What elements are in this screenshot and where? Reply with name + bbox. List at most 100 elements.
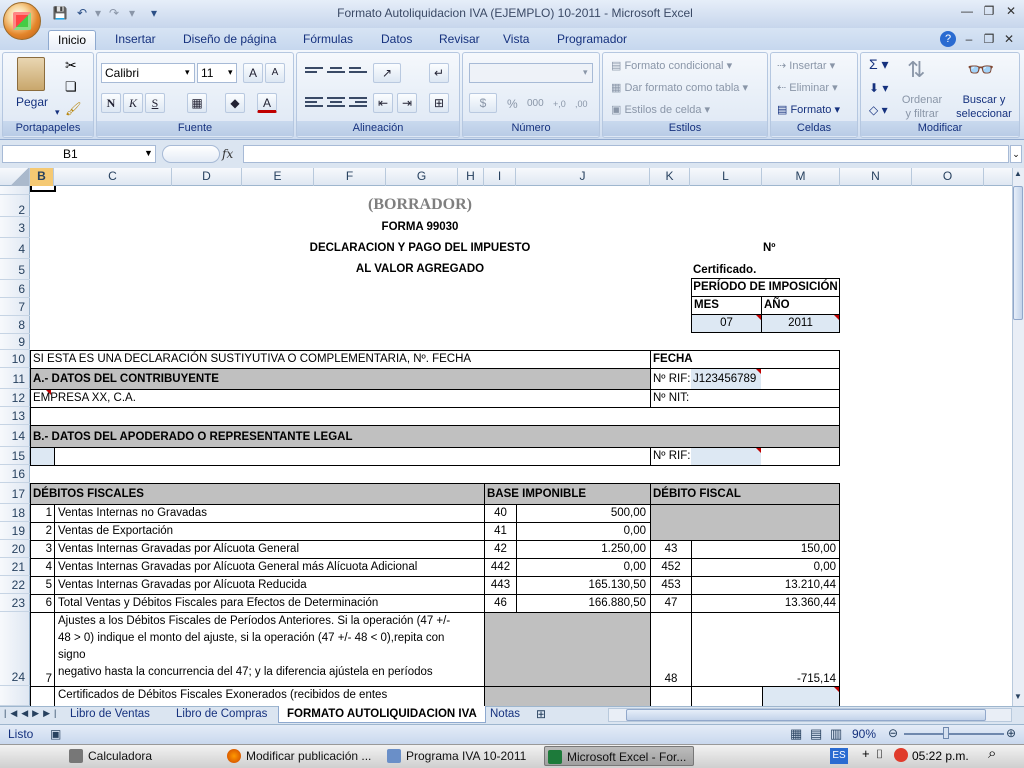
number-format-box[interactable] — [469, 63, 593, 83]
row-header[interactable]: 3 — [0, 217, 30, 238]
task-excel[interactable]: Microsoft Excel - For... — [544, 746, 694, 766]
row-header[interactable]: 10 — [0, 350, 30, 368]
row-header[interactable]: 23 — [0, 594, 30, 612]
wb-minimize-icon[interactable]: – — [960, 31, 978, 47]
font-size-dropdown-icon[interactable]: ▾ — [228, 67, 233, 78]
sheet-tab-formato-iva[interactable]: FORMATO AUTOLIQUIDACION IVA — [278, 706, 486, 723]
zoom-out-icon[interactable]: ⊖ — [888, 726, 898, 740]
task-calculadora[interactable]: Calculadora — [66, 746, 214, 766]
col-header-m[interactable]: M — [762, 168, 840, 186]
fill-color-icon[interactable]: ◆ — [225, 93, 245, 113]
insert-sheet-icon[interactable]: ⊞ — [536, 707, 546, 721]
italic-button[interactable]: K — [123, 93, 143, 113]
select-all-corner[interactable] — [0, 168, 30, 186]
col-header-l[interactable]: L — [690, 168, 762, 186]
representante-name[interactable] — [54, 447, 651, 466]
align-center-icon[interactable] — [327, 95, 345, 109]
find-select-line1[interactable]: Buscar y — [951, 93, 1017, 107]
col-header-c[interactable]: C — [54, 168, 172, 186]
font-color-icon[interactable]: A — [257, 93, 277, 113]
row-header[interactable]: 18 — [0, 504, 30, 522]
zoom-slider-track[interactable] — [904, 733, 1004, 735]
underline-button[interactable]: S — [145, 93, 165, 113]
tab-vista[interactable]: Vista — [494, 30, 538, 50]
col-header-e[interactable]: E — [242, 168, 314, 186]
mes-value[interactable]: 07 — [691, 314, 762, 333]
tab-diseno-pagina[interactable]: Diseño de página — [174, 30, 285, 50]
expand-formula-icon[interactable]: ⌄ — [1010, 145, 1022, 163]
cell-styles-button[interactable]: ▣ Estilos de celda ▾ — [611, 103, 710, 117]
paste-dropdown-icon[interactable]: ▾ — [55, 107, 65, 118]
wb-restore-icon[interactable]: ❐ — [980, 31, 998, 47]
comma-style-button[interactable]: 000 — [527, 97, 544, 111]
rif-value[interactable]: J123456789 — [691, 369, 761, 389]
name-box-dropdown-icon[interactable]: ▼ — [144, 148, 153, 158]
col-header-n[interactable]: N — [840, 168, 912, 186]
tab-revisar[interactable]: Revisar — [430, 30, 489, 50]
row-header[interactable]: 8 — [0, 316, 30, 334]
col-header-j[interactable]: J — [516, 168, 650, 186]
bold-button[interactable]: N — [101, 93, 121, 113]
wrap-text-icon[interactable]: ↵ — [429, 63, 449, 83]
line-base[interactable]: 165.130,50 — [516, 576, 651, 595]
worksheet-grid[interactable]: (BORRADOR) FORMA 99030 DECLARACION Y PAG… — [30, 186, 1012, 706]
insert-cells-button[interactable]: ⇢ Insertar ▾ — [777, 59, 835, 73]
formula-input[interactable] — [243, 145, 1009, 163]
language-indicator[interactable]: ES — [830, 748, 848, 764]
redo-icon[interactable]: ↷ — [106, 5, 122, 21]
number-format-dropdown-icon[interactable]: ▾ — [583, 67, 588, 78]
tab-datos[interactable]: Datos — [372, 30, 421, 50]
row-header[interactable]: 20 — [0, 540, 30, 558]
anio-value[interactable]: 2011 — [761, 314, 840, 333]
ajuste-value[interactable]: -715,14 — [691, 612, 840, 687]
search-icon[interactable]: ⌕ — [988, 745, 996, 762]
row-header[interactable]: 7 — [0, 298, 30, 316]
align-middle-icon[interactable] — [327, 65, 345, 79]
percent-style-button[interactable]: % — [507, 97, 518, 111]
minimize-icon[interactable]: — — [958, 3, 976, 19]
scroll-up-icon[interactable]: ▲ — [1013, 169, 1023, 183]
find-select-icon[interactable]: 👓 — [967, 57, 994, 83]
row-header[interactable]: 14 — [0, 425, 30, 447]
line-debito[interactable]: 150,00 — [691, 540, 840, 559]
increase-indent-icon[interactable]: ⇥ — [397, 93, 417, 113]
grow-font-icon[interactable]: A — [243, 63, 263, 83]
row-header[interactable]: 4 — [0, 238, 30, 259]
close-icon[interactable]: ✕ — [1002, 3, 1020, 19]
wb-close-icon[interactable]: ✕ — [1000, 31, 1018, 47]
tab-inicio[interactable]: Inicio — [48, 30, 97, 50]
sort-filter-line2[interactable]: y filtrar — [899, 107, 945, 121]
col-header-g[interactable]: G — [386, 168, 458, 186]
sheet-nav-icons[interactable]: |◀◀▶▶| — [4, 708, 60, 719]
office-button[interactable] — [3, 2, 41, 40]
undo-icon[interactable]: ↶ — [74, 5, 90, 21]
tray-app-icon[interactable] — [894, 748, 908, 762]
paste-icon[interactable] — [17, 57, 45, 91]
line-base[interactable]: 166.880,50 — [516, 594, 651, 613]
sort-filter-icon[interactable]: ⇅ — [907, 57, 925, 83]
tab-insertar[interactable]: Insertar — [106, 30, 165, 50]
col-header-o[interactable]: O — [912, 168, 984, 186]
col-header-k[interactable]: K — [650, 168, 690, 186]
align-left-icon[interactable] — [305, 95, 323, 109]
row-header[interactable]: 17 — [0, 483, 30, 504]
borders-icon[interactable]: ▦ — [187, 93, 207, 113]
font-name-box[interactable]: Calibri — [101, 63, 195, 83]
find-select-line2[interactable]: seleccionar — [951, 107, 1017, 121]
line-base[interactable]: 500,00 — [516, 504, 651, 523]
fill-icon[interactable]: ⬇ ▾ — [869, 81, 888, 95]
save-icon[interactable]: 💾 — [52, 5, 68, 21]
sheet-tab-libro-compras[interactable]: Libro de Compras — [168, 706, 275, 723]
paste-button[interactable]: Pegar — [9, 95, 55, 109]
clear-icon[interactable]: ◇ ▾ — [869, 103, 888, 117]
insert-function-icon[interactable]: fx — [222, 145, 242, 163]
line-base[interactable]: 1.250,00 — [516, 540, 651, 559]
col-header-h[interactable]: H — [458, 168, 484, 186]
row-header[interactable]: 5 — [0, 259, 30, 280]
decrease-decimal-button[interactable]: ,00 — [575, 97, 588, 111]
font-name-dropdown-icon[interactable]: ▾ — [185, 67, 190, 78]
row-header-25[interactable] — [0, 686, 30, 706]
align-bottom-icon[interactable] — [349, 65, 367, 79]
row-header-1[interactable] — [0, 186, 30, 195]
align-right-icon[interactable] — [349, 95, 367, 109]
